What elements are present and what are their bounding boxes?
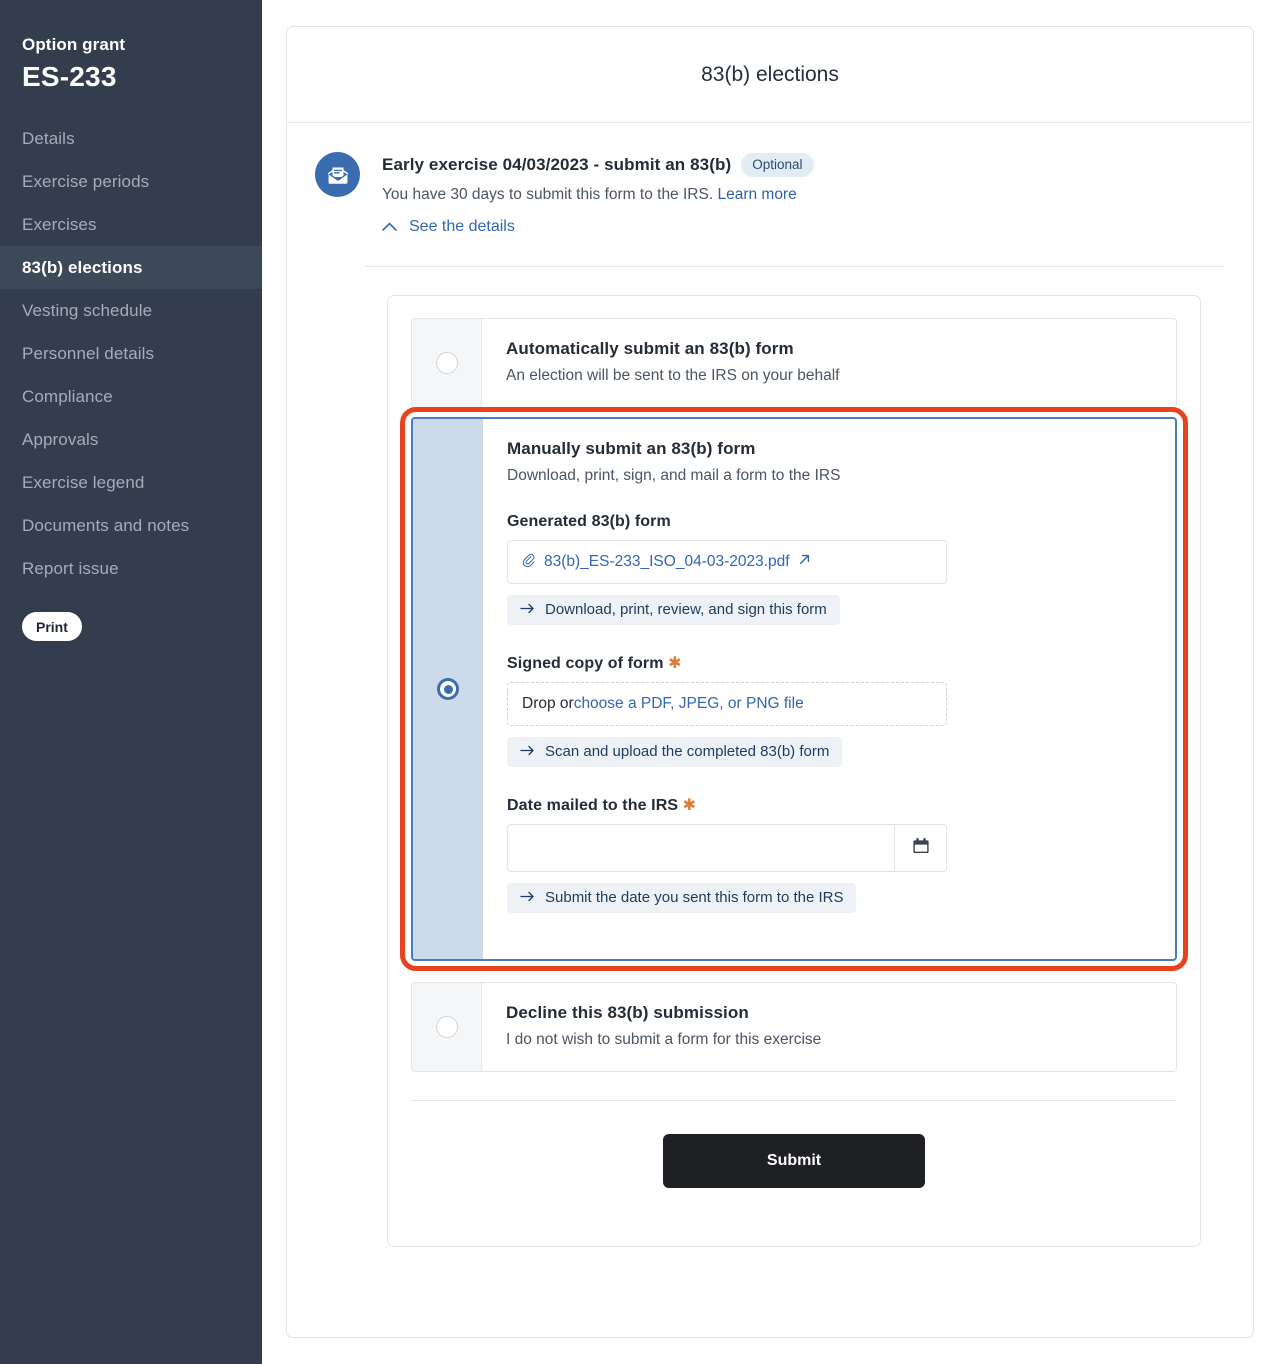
card-header: 83(b) elections	[287, 27, 1253, 123]
option-decline-subtitle: I do not wish to submit a form for this …	[506, 1031, 822, 1048]
signed-copy-dropzone[interactable]: Drop or choose a PDF, JPEG, or PNG file	[507, 682, 947, 726]
elections-card: 83(b) elections Early exercise 04/03/202…	[286, 26, 1254, 1338]
radio-button-automatic[interactable]	[435, 352, 458, 374]
choose-file-link[interactable]: choose a PDF, JPEG, or PNG file	[574, 695, 804, 713]
signed-copy-hint-label: Scan and upload the completed 83(b) form	[545, 743, 830, 760]
arrow-right-icon	[520, 889, 535, 906]
generated-form-hint: Download, print, review, and sign this f…	[507, 595, 840, 625]
date-mailed-hint-label: Submit the date you sent this form to th…	[545, 889, 844, 906]
sidebar-item-compliance[interactable]: Compliance	[0, 375, 262, 418]
sidebar-item-exercises[interactable]: Exercises	[0, 203, 262, 246]
option-decline-title: Decline this 83(b) submission	[506, 1003, 749, 1022]
option-manual-bottom-spacer	[507, 913, 1151, 937]
option-automatic[interactable]: Automatically submit an 83(b) form An el…	[411, 318, 1177, 408]
external-link-icon	[798, 553, 811, 571]
option-manual-wrapper: Manually submit an 83(b) form Download, …	[400, 407, 1188, 971]
sidebar-item-exercise-periods[interactable]: Exercise periods	[0, 160, 262, 203]
generated-form-field: Generated 83(b) form 83(b)_ES-233_ISO_04…	[507, 513, 1151, 625]
option-decline-body: Decline this 83(b) submission I do not w…	[482, 983, 1176, 1071]
sidebar: Option grant ES-233 Details Exercise per…	[0, 0, 262, 1364]
generated-form-hint-label: Download, print, review, and sign this f…	[545, 601, 827, 618]
dropzone-prefix: Drop or	[522, 695, 574, 712]
generated-form-label: Generated 83(b) form	[507, 513, 671, 530]
date-picker-button[interactable]	[894, 825, 946, 871]
sidebar-item-documents-and-notes[interactable]: Documents and notes	[0, 504, 262, 547]
option-automatic-title: Automatically submit an 83(b) form	[506, 339, 794, 358]
option-manual-title: Manually submit an 83(b) form	[507, 439, 756, 458]
radio-inner-dot	[443, 684, 453, 694]
date-mailed-label-text: Date mailed to the IRS	[507, 797, 679, 814]
required-asterisk-signed: ✱	[668, 655, 682, 672]
signed-copy-hint: Scan and upload the completed 83(b) form	[507, 737, 843, 767]
status-badge: Optional	[741, 153, 814, 177]
app-root: Option grant ES-233 Details Exercise per…	[0, 0, 1272, 1364]
early-exercise-banner: Early exercise 04/03/2023 - submit an 83…	[287, 123, 1253, 236]
learn-more-link[interactable]: Learn more	[717, 186, 796, 203]
date-mailed-input[interactable]	[508, 825, 894, 871]
main-content: 83(b) elections Early exercise 04/03/202…	[262, 0, 1272, 1364]
option-manual-subtitle: Download, print, sign, and mail a form t…	[507, 467, 841, 484]
sidebar-item-personnel-details[interactable]: Personnel details	[0, 332, 262, 375]
option-automatic-body: Automatically submit an 83(b) form An el…	[482, 319, 1176, 407]
banner-subtitle: You have 30 days to submit this form to …	[382, 186, 814, 204]
sidebar-item-details[interactable]: Details	[0, 117, 262, 160]
sidebar-item-exercise-legend[interactable]: Exercise legend	[0, 461, 262, 504]
signed-copy-label-text: Signed copy of form	[507, 655, 664, 672]
envelope-document-icon	[315, 152, 360, 197]
option-manual-body: Manually submit an 83(b) form Download, …	[483, 419, 1175, 959]
chevron-up-icon	[382, 218, 397, 236]
banner-title: Early exercise 04/03/2023 - submit an 83…	[382, 155, 732, 174]
generated-form-file-link[interactable]: 83(b)_ES-233_ISO_04-03-2023.pdf	[507, 540, 947, 584]
date-mailed-input-group[interactable]	[507, 824, 947, 872]
arrow-right-icon	[520, 743, 535, 760]
see-the-details-toggle[interactable]: See the details	[382, 218, 814, 236]
paperclip-icon	[522, 552, 536, 573]
option-automatic-radio-col[interactable]	[412, 319, 482, 407]
sidebar-item-83b-elections[interactable]: 83(b) elections	[0, 246, 262, 289]
arrow-right-icon	[520, 601, 535, 618]
sidebar-item-vesting-schedule[interactable]: Vesting schedule	[0, 289, 262, 332]
submit-row: Submit	[411, 1101, 1177, 1224]
signed-copy-label: Signed copy of form ✱	[507, 653, 1151, 673]
election-options-group: Automatically submit an 83(b) form An el…	[387, 295, 1201, 1247]
option-manual[interactable]: Manually submit an 83(b) form Download, …	[411, 417, 1177, 961]
banner-subtitle-text: You have 30 days to submit this form to …	[382, 186, 714, 203]
sidebar-grant-id: ES-233	[22, 61, 117, 92]
banner-divider	[365, 266, 1225, 267]
signed-copy-field: Signed copy of form ✱ Drop or choose a P…	[507, 653, 1151, 767]
required-asterisk-date: ✱	[682, 797, 697, 814]
option-manual-radio-col[interactable]	[413, 419, 483, 959]
banner-title-line: Early exercise 04/03/2023 - submit an 83…	[382, 153, 814, 177]
option-decline[interactable]: Decline this 83(b) submission I do not w…	[411, 982, 1177, 1072]
date-mailed-label: Date mailed to the IRS ✱	[507, 795, 1151, 815]
sidebar-item-approvals[interactable]: Approvals	[0, 418, 262, 461]
radio-inner-ring	[440, 681, 456, 697]
date-mailed-hint: Submit the date you sent this form to th…	[507, 883, 857, 913]
see-the-details-label: See the details	[409, 218, 515, 235]
banner-body: Early exercise 04/03/2023 - submit an 83…	[382, 150, 814, 236]
radio-button-manual-selected[interactable]	[437, 678, 459, 700]
calendar-icon	[911, 836, 931, 861]
option-automatic-subtitle: An election will be sent to the IRS on y…	[506, 367, 840, 384]
sidebar-item-report-issue[interactable]: Report issue	[0, 547, 262, 590]
submit-button[interactable]: Submit	[663, 1134, 925, 1188]
sidebar-eyebrow: Option grant	[22, 35, 126, 54]
radio-button-decline[interactable]	[435, 1016, 458, 1038]
date-mailed-field: Date mailed to the IRS ✱ Submit the date…	[507, 795, 1151, 913]
page-title: 83(b) elections	[701, 62, 839, 86]
print-button[interactable]: Print	[22, 612, 82, 641]
option-decline-radio-col[interactable]	[412, 983, 482, 1071]
generated-form-file-name: 83(b)_ES-233_ISO_04-03-2023.pdf	[544, 553, 790, 570]
sidebar-nav: Details Exercise periods Exercises 83(b)…	[0, 117, 262, 590]
